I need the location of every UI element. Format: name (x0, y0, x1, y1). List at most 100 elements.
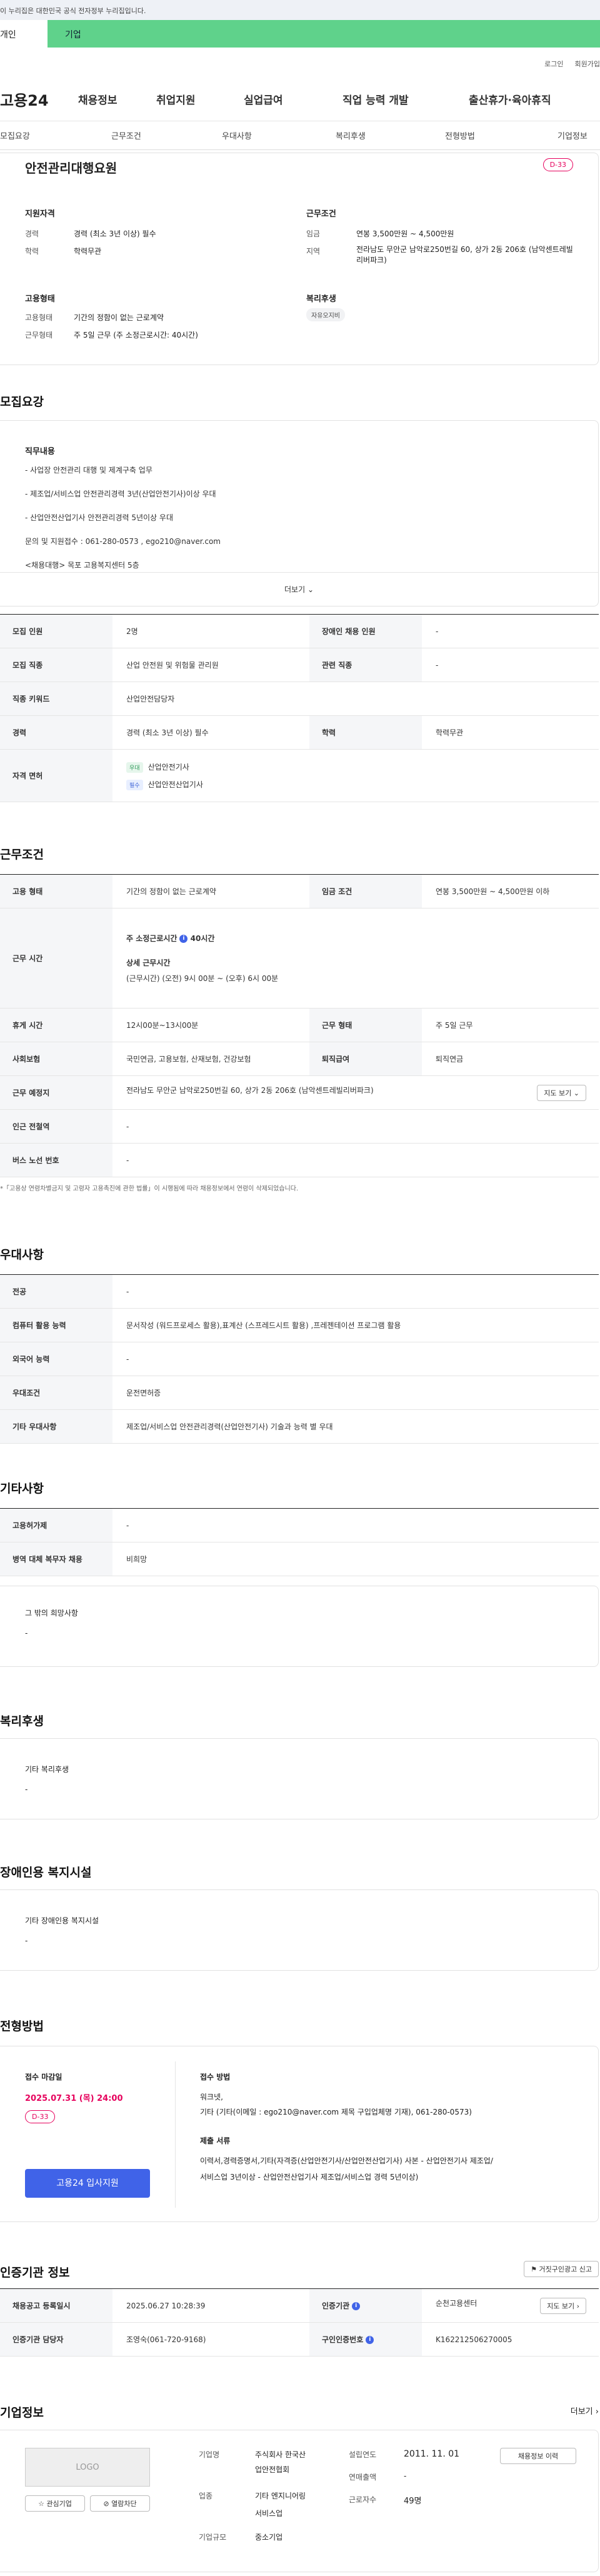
block-button-label: 열람차단 (111, 2500, 137, 2508)
org-info-icon[interactable]: i (352, 2302, 361, 2310)
disab-title: 장애인용 복지시설 (0, 1866, 92, 1879)
method-line-1: 워크넷, (200, 2093, 223, 2101)
military-key: 병역 대체 복무자 채용 (0, 1542, 112, 1576)
duty-line-4: 문의 및 지원접수 : 061-280-0573 , ego210@naver.… (25, 537, 221, 546)
docs-heading: 제출 서류 (200, 2136, 231, 2145)
year-key: 설립연도 (349, 2450, 377, 2459)
emp-heading: 고용형태 (25, 294, 55, 304)
ind-key: 업종 (199, 2492, 213, 2500)
certno-info-icon[interactable]: i (366, 2336, 374, 2344)
permit-key: 고용허가제 (0, 1508, 112, 1542)
size-key: 기업규모 (199, 2533, 227, 2542)
gnb-item-employment-support[interactable]: 취업지원 (156, 91, 244, 107)
edu-row-key: 학력 (309, 715, 422, 750)
subnav-welfare[interactable]: 복리후생 (336, 129, 366, 141)
career-value: 경력 (최소 3년 이상) 필수 (74, 229, 156, 238)
fav-button-label: 관심기업 (46, 2500, 72, 2508)
map-button[interactable]: 지도 보기 ⌄ (537, 1084, 586, 1101)
major-key: 전공 (0, 1274, 112, 1309)
subnav-company[interactable]: 기업정보 (558, 129, 588, 141)
method-heading: 접수 방법 (200, 2073, 231, 2081)
info-icon[interactable]: i (179, 935, 188, 943)
dday-badge: D-33 (542, 158, 573, 171)
disab-heading: 기타 장애인용 복지시설 (25, 1916, 99, 1925)
count-key: 모집 인원 (0, 614, 112, 648)
time-value: 주 소정근로시간 i 40시간 상세 근무시간 (근무시간) (오전) 9시 00… (112, 908, 599, 1009)
recruit-title: 모집요강 (0, 395, 44, 409)
org-key: 인증기관 i (309, 2288, 422, 2323)
tab-personal[interactable]: 개인 (0, 20, 48, 48)
jobs-history-button[interactable]: 채용정보 이력 (500, 2448, 576, 2464)
permit-value: - (112, 1508, 599, 1542)
bus-key: 버스 노선 번호 (0, 1143, 112, 1177)
company-more-label: 더보기 (570, 2407, 593, 2417)
gnb-item-jobs[interactable]: 채용정보 (78, 91, 156, 107)
subnav-selection[interactable]: 전형방법 (445, 129, 475, 141)
company-title: 기업정보 (0, 2406, 44, 2420)
subnav-conditions[interactable]: 근무조건 (111, 129, 141, 141)
login-link[interactable]: 로그인 (544, 60, 563, 68)
deadline-value: 2025.07.31 (목) 24:00 (25, 2094, 123, 2103)
more-button[interactable]: 더보기 ⌄ (0, 572, 598, 606)
emptype-value: 기간의 정함이 없는 근로계약 (74, 313, 164, 322)
docs-line-1: 이력서,경력증명서,기타(자격증(산업안전기사/산업안전산업기사) 사본 - 산… (200, 2156, 493, 2165)
ins-key: 사회보험 (0, 1042, 112, 1076)
addr-key: 근무 예정지 (0, 1075, 112, 1110)
star-icon: ☆ (38, 2500, 44, 2508)
edu-value: 학력무관 (74, 247, 102, 256)
company-logo: LOGO (25, 2448, 150, 2487)
rest-value: 12시00분~13시00분 (112, 1008, 309, 1042)
duty-line-3: - 산업안전산업기사 안전관리경력 5년이상 우대 (25, 513, 173, 522)
disab-key: 장애인 채용 인원 (309, 614, 422, 648)
time-key: 근무 시간 (0, 908, 112, 1009)
cert-map-button[interactable]: 지도 보기 › (540, 2297, 586, 2314)
other-table: 고용허가제 - 병역 대체 복무자 채용 비희망 (0, 1508, 599, 1576)
name-key: 기업명 (199, 2450, 220, 2459)
org-value: 순천고용센터 지도 보기 › (422, 2288, 599, 2323)
gnb-item-training[interactable]: 직업 능력 개발 (342, 91, 469, 107)
cert-map-label: 지도 보기 (547, 2302, 575, 2310)
fav-button[interactable]: ☆ 관심기업 (25, 2495, 85, 2512)
join-link[interactable]: 회원가입 (575, 60, 600, 68)
rel-key: 관련 직종 (309, 648, 422, 682)
ins-value: 국민연금, 고용보험, 산재보험, 건강보험 (112, 1042, 309, 1076)
company-more-link[interactable]: 더보기 › (571, 2405, 599, 2417)
subnav-recruit[interactable]: 모집요강 (0, 129, 30, 141)
mgr-key: 인증기관 담당자 (0, 2322, 112, 2357)
duty-line-5: <채용대행> 목포 고용복지센터 5층 (25, 561, 139, 570)
logo[interactable]: 고용24 (0, 88, 78, 110)
emp-key: 고용 형태 (0, 874, 112, 908)
edu-row-value: 학력무관 (422, 715, 599, 750)
gnb-item-unemployment[interactable]: 실업급여 (244, 91, 342, 107)
prefcond-value: 운전면허증 (112, 1376, 599, 1410)
ind-value-2: 서비스업 (255, 2509, 283, 2518)
gov-banner: 이 누리집은 대한민국 공식 전자정부 누리집입니다. (0, 0, 600, 20)
apply-button[interactable]: 고용24 입사지원 (25, 2169, 150, 2198)
hope-card: 그 밖의 희망사항 - (0, 1586, 599, 1667)
report-button[interactable]: ⚑ 거짓구인광고 신고 (524, 2261, 599, 2277)
benefit-card: 기타 복리후생 - (0, 1738, 599, 1819)
count-value: 2명 (112, 614, 309, 648)
welfare-tag: 자유오지비 (306, 308, 345, 321)
welfare-heading: 복리후생 (306, 294, 336, 304)
divider (175, 2061, 176, 2208)
kw-value: 산업안전담당자 (112, 682, 599, 716)
recruit-card: 직무내용 - 사업장 안전관리 대행 및 제계구축 업무 - 제조업/서비스업 … (0, 420, 599, 606)
job-value: 산업 안전원 및 위험물 관리원 (112, 648, 309, 682)
license-badge-pref: 우대 (126, 762, 143, 773)
cond-table: 고용 형태 기간의 정함이 없는 근로계약 임금 조건 연봉 3,500만원 ~… (0, 874, 599, 1177)
rest-key: 휴게 시간 (0, 1008, 112, 1042)
subway-value: - (112, 1109, 599, 1144)
block-button[interactable]: ⊘ 열람차단 (90, 2495, 150, 2512)
content: 안전관리대행요원 D-33 지원자격 경력 경력 (최소 3년 이상) 필수 학… (0, 150, 600, 2576)
tab-company[interactable]: 기업 (48, 20, 600, 48)
edu-key: 학력 (25, 247, 39, 256)
cert-table: 채용공고 등록일시 2025.06.27 10:28:39 인증기관 i 순천고용… (0, 2288, 599, 2357)
subnav-preference[interactable]: 우대사항 (222, 129, 252, 141)
deadline-heading: 접수 마감일 (25, 2073, 62, 2081)
tab-personal-label: 개인 (0, 30, 16, 40)
job-title: 안전관리대행요원 (25, 161, 118, 176)
gnb-item-parental-leave[interactable]: 출산휴가·육아휴직 (469, 91, 588, 107)
addr-text: 전라남도 무안군 남악로250번길 60, 상가 2동 206호 (남악센트레빌… (126, 1085, 374, 1095)
reg-value: 2025.06.27 10:28:39 (112, 2288, 309, 2323)
